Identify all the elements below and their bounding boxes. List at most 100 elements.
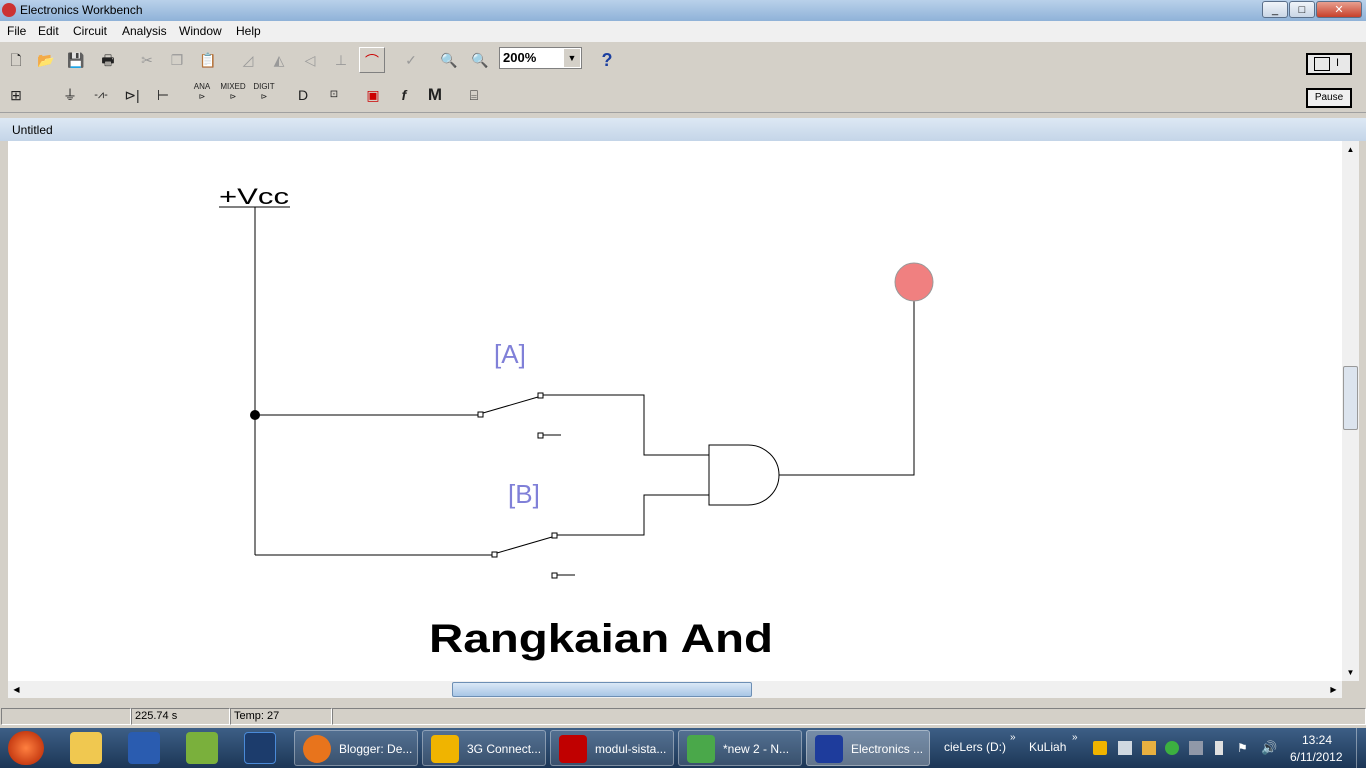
- indicators-bin-icon[interactable]: ▣: [360, 82, 386, 108]
- rotate-icon[interactable]: ◿: [235, 47, 261, 73]
- task-3g-connect[interactable]: 3G Connect...: [422, 730, 546, 766]
- miscellaneous-bin-icon[interactable]: M: [422, 82, 448, 108]
- zoom-out-icon[interactable]: 🔍: [436, 47, 462, 73]
- cut-icon[interactable]: ✂: [134, 47, 160, 73]
- switch-a-lever[interactable]: [482, 396, 539, 414]
- switch-a-terminal: [477, 411, 484, 418]
- copy-icon[interactable]: ❐: [164, 47, 190, 73]
- flip-horizontal-icon[interactable]: ◭: [266, 47, 292, 73]
- menu-circuit[interactable]: Circuit: [73, 24, 107, 38]
- mixed-bin-label: MIXED: [220, 82, 246, 91]
- scroll-right-arrow-icon[interactable]: ▶: [1325, 681, 1342, 698]
- wire-b-to-gate[interactable]: [557, 494, 709, 536]
- graph-icon[interactable]: ⌒: [359, 47, 385, 73]
- basic-bin-icon[interactable]: -⩘-: [88, 82, 114, 108]
- document-title: Untitled: [12, 123, 53, 137]
- save-icon[interactable]: 💾: [63, 47, 89, 73]
- menu-window[interactable]: Window: [179, 24, 222, 38]
- clock-time[interactable]: 13:24: [1302, 733, 1332, 747]
- flag-icon[interactable]: ⚑: [1237, 741, 1251, 755]
- vertical-scrollbar[interactable]: ▲ ▼: [1342, 141, 1359, 681]
- horizontal-scrollbar[interactable]: ◀ ▶: [8, 681, 1342, 698]
- toolbar-drive-link[interactable]: cieLers (D:): [944, 740, 1006, 754]
- start-button-icon[interactable]: [8, 731, 44, 765]
- tray-info-icon[interactable]: [1165, 741, 1179, 755]
- open-folder-icon[interactable]: 📂: [33, 47, 59, 73]
- paste-icon[interactable]: 📋: [195, 47, 221, 73]
- toolbar-kuliah-link[interactable]: KuLiah: [1029, 740, 1066, 754]
- menu-edit[interactable]: Edit: [38, 24, 59, 38]
- mixed-ics-bin[interactable]: MIXED ⊳: [220, 82, 246, 108]
- app-icon[interactable]: [2, 3, 16, 17]
- switch-a-contact-bottom: [537, 432, 544, 439]
- zoom-select[interactable]: 200% ▼: [499, 47, 582, 69]
- pause-button[interactable]: Pause: [1306, 88, 1352, 108]
- sources-bin-icon[interactable]: ⏚: [57, 82, 83, 108]
- wire-gate-to-lamp[interactable]: [779, 301, 915, 476]
- volume-icon[interactable]: 🔊: [1261, 740, 1277, 756]
- switch-b-lever[interactable]: [496, 536, 553, 554]
- chevron-right-icon[interactable]: »: [1072, 732, 1078, 743]
- tray-network-icon[interactable]: [1118, 741, 1132, 755]
- controls-bin-icon[interactable]: f: [391, 82, 417, 108]
- task-label: modul-sista...: [595, 742, 667, 756]
- wire-a-to-gate[interactable]: [543, 394, 709, 456]
- chevron-right-icon[interactable]: »: [1010, 732, 1016, 743]
- analog-ics-bin[interactable]: ANA ⊳: [189, 82, 215, 108]
- minimize-button[interactable]: _: [1262, 1, 1288, 18]
- diodes-bin-icon[interactable]: ⊳|: [119, 82, 145, 108]
- tray-app-icon[interactable]: [1093, 741, 1107, 755]
- circuit-canvas[interactable]: +Vcc [A] [B] Rangkaian And: [8, 141, 1342, 681]
- subcircuit-icon[interactable]: ⊥: [328, 47, 354, 73]
- transistors-bin-icon[interactable]: ⊢: [150, 82, 176, 108]
- favorites-bin-icon[interactable]: ⊞: [3, 82, 29, 108]
- close-button[interactable]: ✕: [1316, 1, 1362, 18]
- chevron-down-icon[interactable]: ▼: [564, 49, 580, 67]
- and-gate[interactable]: [708, 444, 780, 506]
- firefox-icon: [303, 735, 331, 763]
- explorer-pinned-icon[interactable]: [70, 732, 102, 764]
- digital-bin-icon[interactable]: ⊡: [321, 82, 347, 108]
- battery-icon[interactable]: [1215, 741, 1223, 755]
- task-electronics-workbench[interactable]: Electronics ...: [806, 730, 930, 766]
- power-switch[interactable]: I: [1306, 53, 1352, 75]
- print-icon[interactable]: 🖶: [95, 47, 121, 73]
- vertical-scroll-thumb[interactable]: [1343, 366, 1358, 430]
- menu-analysis[interactable]: Analysis: [122, 24, 167, 38]
- logic-gates-bin-icon[interactable]: D: [290, 82, 316, 108]
- instruments-bin-icon[interactable]: ⌸: [461, 82, 487, 108]
- task-label: 3G Connect...: [467, 742, 542, 756]
- show-desktop-button[interactable]: [1356, 728, 1366, 768]
- zoom-in-icon[interactable]: 🔍: [467, 47, 493, 73]
- photoshop-pinned-icon[interactable]: [244, 732, 276, 764]
- status-bar: 225.74 s Temp: 27: [0, 706, 1366, 728]
- simulation-time: 225.74 s: [131, 708, 230, 725]
- tray-tools-icon[interactable]: [1142, 741, 1156, 755]
- digital-bin-label: DIGIT: [253, 82, 275, 91]
- task-pdf[interactable]: modul-sista...: [550, 730, 674, 766]
- indicator-lamp[interactable]: [894, 262, 934, 302]
- scroll-up-arrow-icon[interactable]: ▲: [1342, 141, 1359, 158]
- scroll-down-arrow-icon[interactable]: ▼: [1342, 664, 1359, 681]
- digital-ics-bin[interactable]: DIGIT ⊳: [251, 82, 277, 108]
- help-button[interactable]: ?: [594, 47, 620, 73]
- tray-monitor-icon[interactable]: [1189, 741, 1203, 755]
- task-firefox[interactable]: Blogger: De...: [294, 730, 418, 766]
- maximize-button[interactable]: □: [1289, 1, 1315, 18]
- pdf-icon: [559, 735, 587, 763]
- switch-b-contact-bottom: [551, 572, 558, 579]
- horizontal-scroll-thumb[interactable]: [452, 682, 752, 697]
- menu-help[interactable]: Help: [236, 24, 261, 38]
- notepad-icon: [687, 735, 715, 763]
- switch-a-contact-top: [537, 392, 544, 399]
- scroll-left-arrow-icon[interactable]: ◀: [8, 681, 25, 698]
- menu-file[interactable]: File: [7, 24, 26, 38]
- task-notepad[interactable]: *new 2 - N...: [678, 730, 802, 766]
- flip-vertical-icon[interactable]: ◁: [297, 47, 323, 73]
- new-file-icon[interactable]: 🗋: [3, 47, 29, 73]
- word-pinned-icon[interactable]: [128, 732, 160, 764]
- clock-date[interactable]: 6/11/2012: [1290, 750, 1343, 764]
- app-pinned-icon[interactable]: [186, 732, 218, 764]
- circuit-caption: Rangkaian And: [429, 617, 773, 661]
- component-properties-icon[interactable]: ✓: [398, 47, 424, 73]
